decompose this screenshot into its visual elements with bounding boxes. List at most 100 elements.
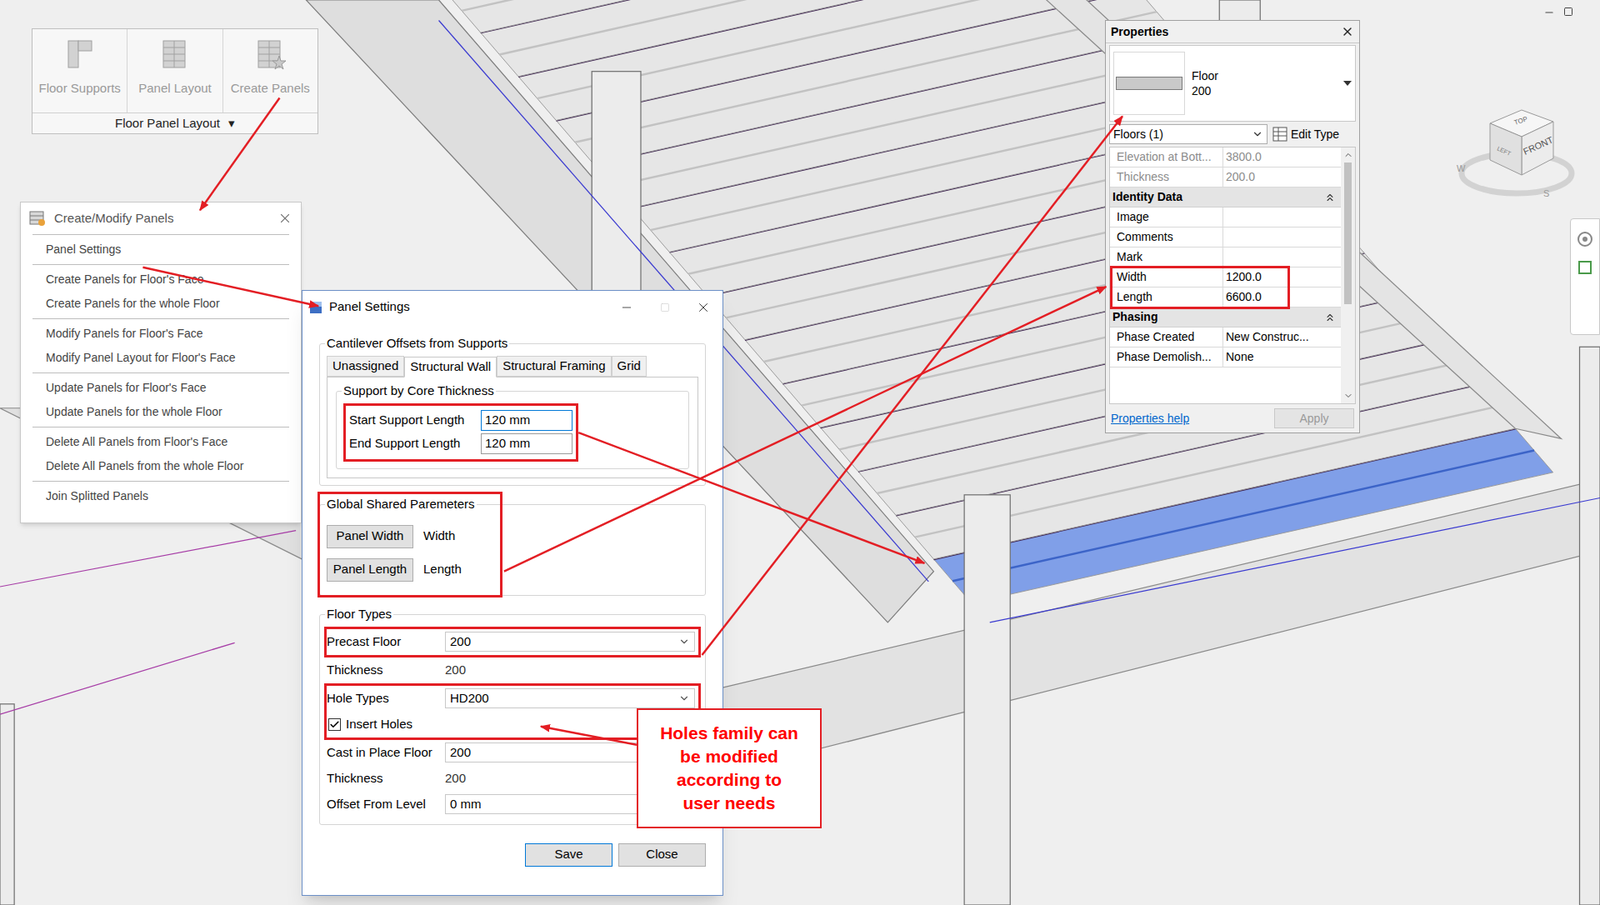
menu-title: Create/Modify Panels xyxy=(54,209,174,229)
dialog-title: Panel Settings xyxy=(329,297,410,317)
minimize-icon xyxy=(620,300,634,315)
dialog-button[interactable]: Save xyxy=(525,843,613,867)
parameter-name: Width xyxy=(423,526,455,546)
support-group: Support by Core ThicknessStart Support L… xyxy=(335,390,690,470)
length-input[interactable]: 120 mm xyxy=(480,410,573,431)
dialog-button[interactable]: Close xyxy=(618,843,706,867)
property-row[interactable]: Elevation at Bott...3800.0 xyxy=(1110,147,1341,168)
close-icon xyxy=(695,300,711,315)
close-button[interactable] xyxy=(684,290,723,324)
shared-parameter-row: Panel Width Width xyxy=(326,520,699,554)
end-beam xyxy=(980,0,1562,439)
property-row[interactable]: Phase Demolish...None xyxy=(1110,347,1341,368)
field-label: Hole Types xyxy=(326,689,445,709)
field-value: 200 xyxy=(445,769,466,789)
group-legend: Cantilever Offsets from Supports xyxy=(325,335,510,352)
menu-item[interactable]: Modify Panel Layout for Floor's Face xyxy=(32,345,290,370)
property-group-row[interactable]: Phasing xyxy=(1110,307,1341,328)
checkbox[interactable] xyxy=(328,718,341,731)
menu-item[interactable]: Modify Panels for Floor's Face xyxy=(32,321,290,346)
property-row[interactable]: Mark xyxy=(1110,247,1341,268)
edit-type-button[interactable]: Edit Type xyxy=(1272,125,1340,144)
menu-group: Join Splitted Panels xyxy=(32,480,290,511)
ribbon-button[interactable]: Panel Layout xyxy=(126,29,222,113)
tab[interactable]: Structural Wall xyxy=(404,356,497,378)
svg-text:FRONT: FRONT xyxy=(1521,134,1555,156)
pan-icon[interactable] xyxy=(1576,259,1594,276)
shared-parameters-group: Global Shared ParemetersPanel WidthWidth… xyxy=(319,504,706,596)
steering-wheel-icon[interactable] xyxy=(1576,230,1594,248)
close-icon[interactable] xyxy=(277,210,293,226)
menu-item[interactable]: Delete All Panels from Floor's Face xyxy=(32,430,290,455)
field-label: Cast in Place Floor xyxy=(326,743,445,763)
tab[interactable]: Unassigned xyxy=(326,355,405,377)
scroll-down-icon[interactable] xyxy=(1343,390,1354,402)
app-icon xyxy=(309,300,323,315)
type-dropdown[interactable]: 200 xyxy=(445,631,695,653)
type-selector[interactable]: Floor200 xyxy=(1109,45,1356,122)
shared-parameter-row: Panel LengthLength xyxy=(326,553,699,587)
group-legend: Floor Types xyxy=(325,605,394,623)
annotation-callout: Holes family canbe modifiedaccording tou… xyxy=(636,708,822,829)
menu-item[interactable]: Update Panels for Floor's Face xyxy=(32,375,290,400)
arrow xyxy=(142,267,319,307)
property-row[interactable]: Image xyxy=(1110,207,1341,228)
panel-tool-icon xyxy=(253,37,287,71)
view-cube[interactable]: TOPFRONTLEFTWS xyxy=(1450,83,1584,209)
ribbon-panel: Floor SupportsPanel LayoutCreate PanelsF… xyxy=(31,28,319,135)
field-value: 200 xyxy=(445,660,466,680)
type-dropdown[interactable]: HD200 xyxy=(445,688,695,710)
parameter-button[interactable]: Panel Length xyxy=(326,558,414,582)
group-legend: Support by Core Thickness xyxy=(341,382,496,400)
arrow xyxy=(540,726,637,745)
scrollbar[interactable] xyxy=(1340,147,1355,404)
collapse-icon xyxy=(1324,311,1336,324)
highlight-box xyxy=(1110,265,1290,310)
property-group-row[interactable]: Identity Data xyxy=(1110,187,1341,208)
arrow xyxy=(504,286,1106,572)
dropdown-icon xyxy=(1343,80,1352,86)
menu-group: Delete All Panels from Floor's FaceDelet… xyxy=(32,426,290,481)
cantilever-group: Cantilever Offsets from SupportsUnassign… xyxy=(319,343,706,486)
precast-panel[interactable] xyxy=(442,0,1062,33)
menu-item[interactable]: Update Panels for the whole Floor xyxy=(32,400,290,425)
property-row[interactable]: Length6600.0 xyxy=(1110,287,1341,308)
ribbon-button[interactable]: Floor Supports xyxy=(32,29,127,113)
field-label: Thickness xyxy=(326,769,445,789)
arrow xyxy=(701,116,1122,655)
minimize-button[interactable] xyxy=(607,290,646,324)
parameter-button[interactable]: Panel Width xyxy=(326,525,414,549)
apply-button: Apply xyxy=(1274,408,1355,429)
menu-item[interactable]: Panel Settings xyxy=(32,237,290,262)
menu-item[interactable]: Create Panels for Floor's Face xyxy=(32,267,290,292)
scroll-up-icon[interactable] xyxy=(1343,149,1354,161)
minimize-icon[interactable] xyxy=(1543,6,1555,19)
restore-icon[interactable] xyxy=(1563,6,1574,17)
menu-item[interactable]: Create Panels for the whole Floor xyxy=(32,291,290,316)
column xyxy=(0,704,15,905)
panels-menu: Create/Modify Panels Panel Settings Create… xyxy=(20,201,302,524)
tab[interactable]: Structural Framing xyxy=(496,355,611,377)
navigation-bar xyxy=(1570,218,1600,335)
panel-tool-icon xyxy=(63,37,97,71)
ribbon-panel-title[interactable]: Floor Panel Layout▾ xyxy=(32,112,318,134)
revit-screen: TOPFRONTLEFTWS Floor SupportsPanel Layout… xyxy=(0,0,1600,905)
property-row[interactable]: Phase CreatedNew Construc... xyxy=(1110,327,1341,348)
arrow xyxy=(200,98,280,211)
check-icon xyxy=(329,719,340,730)
field-label: Precast Floor xyxy=(326,632,445,652)
floor-type-row: Thickness200 xyxy=(326,657,699,684)
property-row[interactable]: Thickness200.0 xyxy=(1110,167,1341,188)
menu-item[interactable]: Delete All Panels from the whole Floor xyxy=(32,454,290,479)
ribbon-button[interactable]: Create Panels xyxy=(222,29,318,113)
property-row[interactable]: Width1200.0 xyxy=(1110,267,1341,288)
tab[interactable]: Grid xyxy=(611,355,647,377)
help-link[interactable]: Properties help xyxy=(1110,410,1190,428)
menu-item[interactable]: Join Splitted Panels xyxy=(32,484,290,509)
close-icon[interactable] xyxy=(1340,25,1355,39)
instance-selector[interactable]: Floors (1) xyxy=(1109,124,1268,145)
support-field: Start Support Length120 mm xyxy=(349,409,573,433)
property-row[interactable]: Comments xyxy=(1110,227,1341,248)
length-input[interactable]: 120 mm xyxy=(480,433,573,455)
group-legend: Global Shared Paremeters xyxy=(325,495,477,513)
